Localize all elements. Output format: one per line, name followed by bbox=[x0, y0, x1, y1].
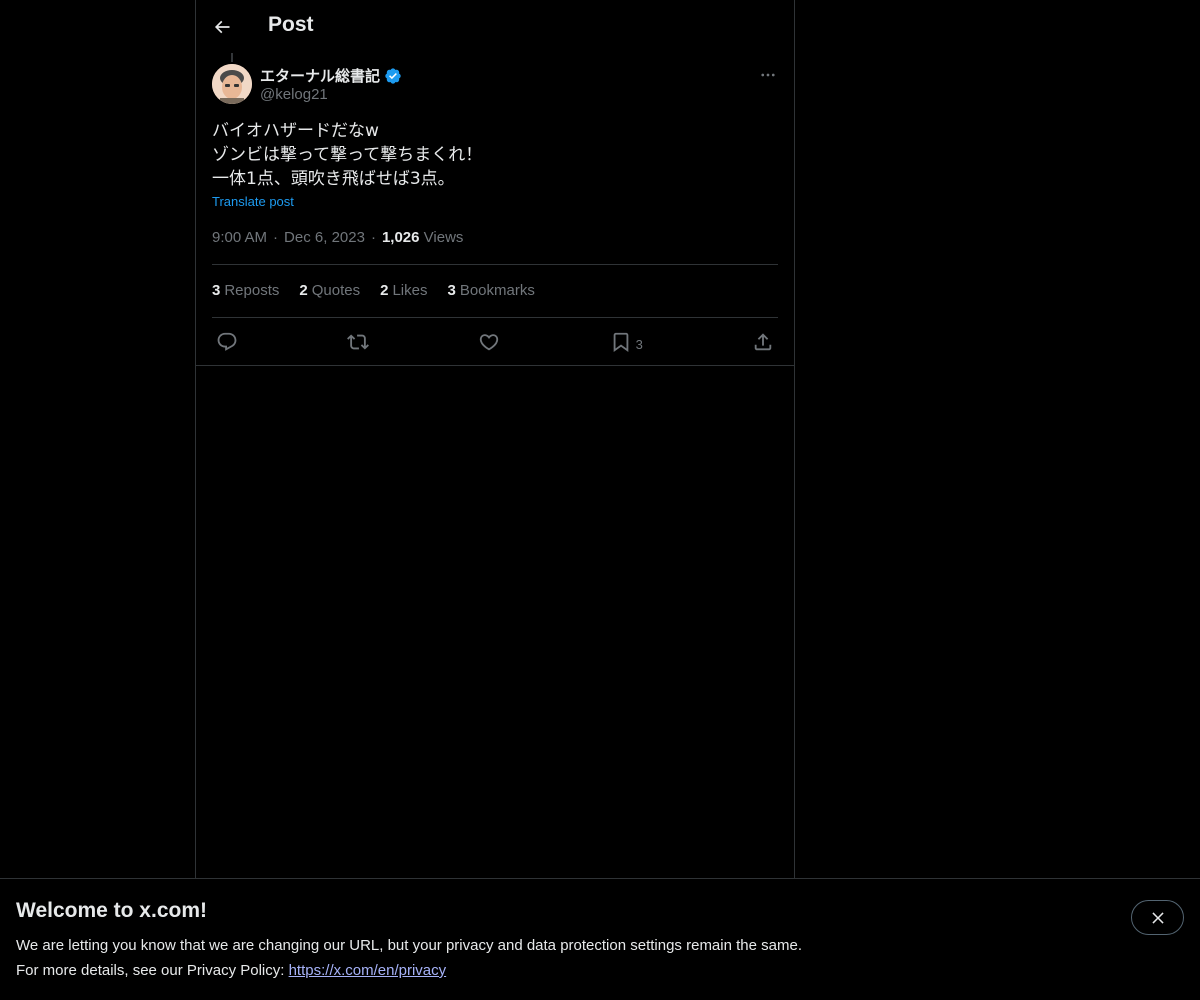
bookmark-button[interactable]: 3 bbox=[606, 327, 647, 357]
quotes-stat[interactable]: 2 Quotes bbox=[299, 282, 360, 299]
bookmarks-stat[interactable]: 3 Bookmarks bbox=[447, 282, 534, 299]
post-meta: 9:00 AM · Dec 6, 2023 · 1,026 Views bbox=[212, 229, 463, 246]
likes-stat[interactable]: 2 Likes bbox=[380, 282, 427, 299]
author-name[interactable]: エターナル総書記 bbox=[260, 65, 402, 86]
quotes-count: 2 bbox=[299, 282, 308, 299]
meta-separator: · bbox=[370, 229, 376, 246]
more-options-button[interactable] bbox=[756, 63, 780, 87]
reply-icon bbox=[217, 332, 237, 351]
post-text: バイオハザードだなw ゾンビは撃って撃って撃ちまくれ！ 一体1点、頭吹き飛ばせば… bbox=[212, 119, 482, 191]
divider bbox=[212, 264, 778, 265]
top-bar: Post bbox=[196, 0, 794, 53]
main-column: Post エターナル総書記 @kelog21 バイオハザードだなw ゾンビは撃っ… bbox=[195, 0, 795, 1000]
more-dots-icon bbox=[761, 73, 775, 77]
bookmark-count: 3 bbox=[635, 336, 643, 352]
share-button[interactable] bbox=[748, 327, 778, 357]
bookmarks-label: Bookmarks bbox=[459, 282, 535, 299]
divider bbox=[212, 317, 778, 318]
share-icon bbox=[754, 333, 772, 351]
avatar-image bbox=[212, 64, 252, 104]
author-handle[interactable]: @kelog21 bbox=[260, 86, 328, 103]
reposts-label: Reposts bbox=[224, 282, 280, 299]
meta-separator: · bbox=[273, 229, 279, 246]
verified-badge-icon bbox=[385, 67, 401, 84]
close-icon bbox=[1151, 911, 1164, 924]
post-date[interactable]: Dec 6, 2023 bbox=[284, 229, 365, 246]
post-time[interactable]: 9:00 AM bbox=[212, 229, 267, 246]
post-text-line: ゾンビは撃って撃って撃ちまくれ！ bbox=[212, 145, 483, 165]
views-label: Views bbox=[423, 229, 464, 246]
banner-title: Welcome to x.com! bbox=[16, 899, 207, 922]
translate-post-link[interactable]: Translate post bbox=[212, 194, 294, 209]
like-button[interactable] bbox=[474, 327, 504, 357]
post-text-line: 一体1点、頭吹き飛ばせば3点。 bbox=[212, 169, 455, 189]
banner-details: For more details, see our Privacy Policy… bbox=[16, 962, 446, 979]
reposts-stat[interactable]: 3 Reposts bbox=[212, 282, 279, 299]
heart-icon bbox=[480, 334, 499, 351]
reply-button[interactable] bbox=[212, 327, 242, 357]
banner-message: We are letting you know that we are chan… bbox=[16, 937, 802, 954]
page-title: Post bbox=[268, 13, 314, 36]
welcome-banner: Welcome to x.com! We are letting you kno… bbox=[0, 878, 1200, 1000]
likes-label: Likes bbox=[392, 282, 428, 299]
author-name-text: エターナル総書記 bbox=[260, 68, 381, 85]
post-stats: 3 Reposts 2 Quotes 2 Likes 3 Bookmarks bbox=[212, 282, 535, 299]
bookmark-icon bbox=[613, 332, 628, 353]
banner-details-prefix: For more details, see our Privacy Policy… bbox=[16, 962, 289, 979]
thread-line bbox=[231, 53, 233, 62]
avatar[interactable] bbox=[212, 64, 252, 104]
privacy-policy-link[interactable]: https://x.com/en/privacy bbox=[289, 962, 447, 979]
post-text-line: バイオハザードだなw bbox=[212, 121, 379, 141]
arrow-left-icon bbox=[214, 20, 230, 34]
repost-icon bbox=[347, 334, 370, 350]
repost-button[interactable] bbox=[343, 327, 373, 357]
likes-count: 2 bbox=[380, 282, 389, 299]
back-button[interactable] bbox=[204, 9, 240, 45]
action-bar: 3 bbox=[212, 325, 778, 359]
views-count: 1,026 bbox=[381, 229, 420, 246]
close-banner-button[interactable] bbox=[1131, 900, 1184, 935]
post-bottom-border bbox=[196, 365, 794, 366]
reposts-count: 3 bbox=[212, 282, 221, 299]
bookmarks-count: 3 bbox=[447, 282, 456, 299]
quotes-label: Quotes bbox=[311, 282, 361, 299]
